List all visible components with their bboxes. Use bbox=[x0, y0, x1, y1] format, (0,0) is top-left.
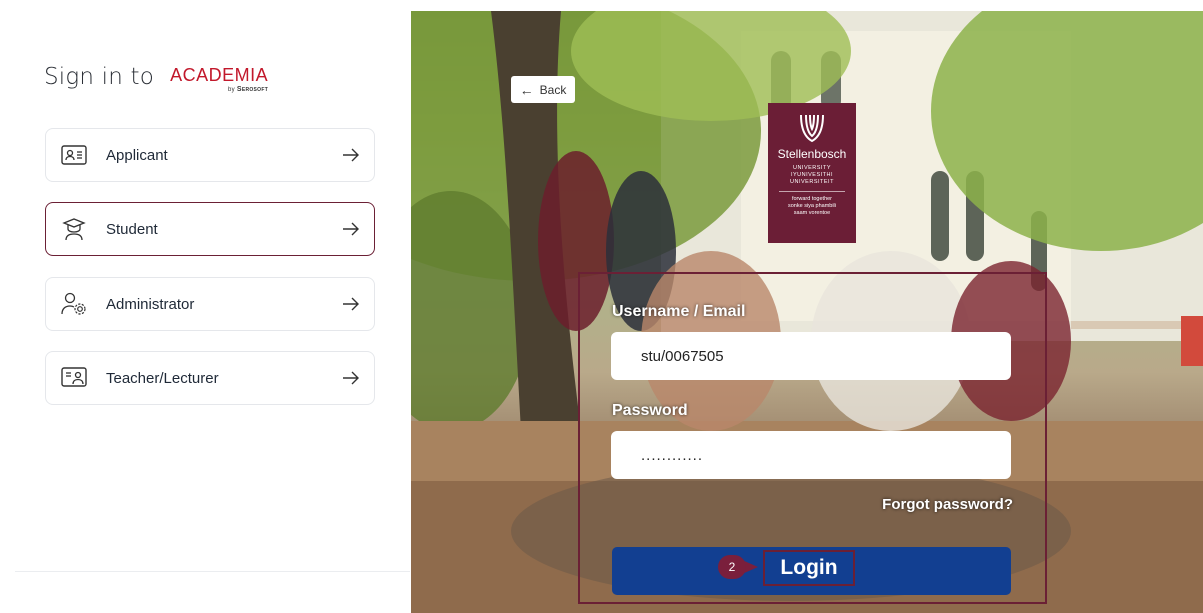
arrow-right-icon bbox=[342, 148, 360, 162]
role-card-teacher[interactable]: Teacher/Lecturer bbox=[45, 351, 375, 405]
brand-byline: by Serosoft bbox=[228, 86, 268, 93]
login-form: Username / Email Password Forgot passwor… bbox=[578, 272, 1047, 604]
graduate-icon bbox=[60, 217, 88, 241]
username-input[interactable] bbox=[611, 332, 1011, 380]
tagline-3: saam vorentoe bbox=[793, 210, 831, 216]
role-card-administrator[interactable]: Administrator bbox=[45, 277, 375, 331]
role-card-applicant[interactable]: Applicant bbox=[45, 128, 375, 182]
role-label-student: Student bbox=[106, 220, 158, 238]
university-name: Stellenbosch bbox=[777, 147, 847, 161]
username-label: Username / Email bbox=[612, 303, 746, 320]
university-subtitle: UNIVERSITY IYUNIVESITHI UNIVERSITEIT bbox=[790, 165, 834, 186]
stellenbosch-crest-icon bbox=[800, 114, 824, 143]
login-label: Login bbox=[763, 550, 855, 586]
id-card-icon bbox=[60, 143, 88, 167]
arrow-left-icon: ← bbox=[519, 81, 534, 98]
password-label: Password bbox=[612, 402, 688, 419]
logo-divider bbox=[779, 191, 845, 192]
footer-divider bbox=[15, 571, 410, 572]
forgot-password-link[interactable]: Forgot password? bbox=[882, 496, 1013, 513]
back-button[interactable]: ← Back bbox=[511, 76, 575, 103]
stellenbosch-logo: Stellenbosch UNIVERSITY IYUNIVESITHI UNI… bbox=[768, 103, 856, 243]
brand-name: ACADEMIA bbox=[170, 65, 269, 85]
teacher-board-icon bbox=[60, 366, 88, 390]
arrow-right-icon bbox=[342, 371, 360, 385]
step-badge: 2 bbox=[718, 555, 746, 579]
role-label-teacher: Teacher/Lecturer bbox=[106, 369, 219, 387]
university-line-2: IYUNIVESITHI bbox=[790, 172, 834, 178]
university-tagline: forward together sonke siya phambili saa… bbox=[788, 196, 836, 217]
password-input[interactable] bbox=[611, 431, 1011, 479]
academia-logo: ACADEMIA by Serosoft bbox=[170, 66, 268, 93]
tagline-2: sonke siya phambili bbox=[788, 203, 836, 209]
role-select-panel: Sign in to ACADEMIA by Serosoft Applican… bbox=[0, 0, 411, 613]
role-card-student[interactable]: Student bbox=[45, 202, 375, 256]
back-label: Back bbox=[539, 82, 567, 97]
tagline-1: forward together bbox=[791, 196, 833, 202]
brand-by: by bbox=[227, 87, 235, 93]
signin-heading: Sign in to ACADEMIA by Serosoft bbox=[44, 64, 268, 93]
user-gear-icon bbox=[60, 292, 88, 316]
arrow-right-icon bbox=[342, 297, 360, 311]
signin-title: Sign in to bbox=[44, 64, 155, 90]
brand-company: Serosoft bbox=[236, 86, 269, 93]
arrow-right-icon bbox=[342, 222, 360, 236]
campus-photo: ← Back Stellenbosch UNIVERSITY IYUNIVESI… bbox=[411, 11, 1203, 613]
university-line-3: UNIVERSITEIT bbox=[790, 179, 834, 185]
university-line-1: UNIVERSITY bbox=[792, 165, 831, 171]
role-label-administrator: Administrator bbox=[106, 295, 195, 313]
login-button[interactable]: 2 Login bbox=[612, 547, 1011, 595]
role-label-applicant: Applicant bbox=[106, 146, 168, 164]
